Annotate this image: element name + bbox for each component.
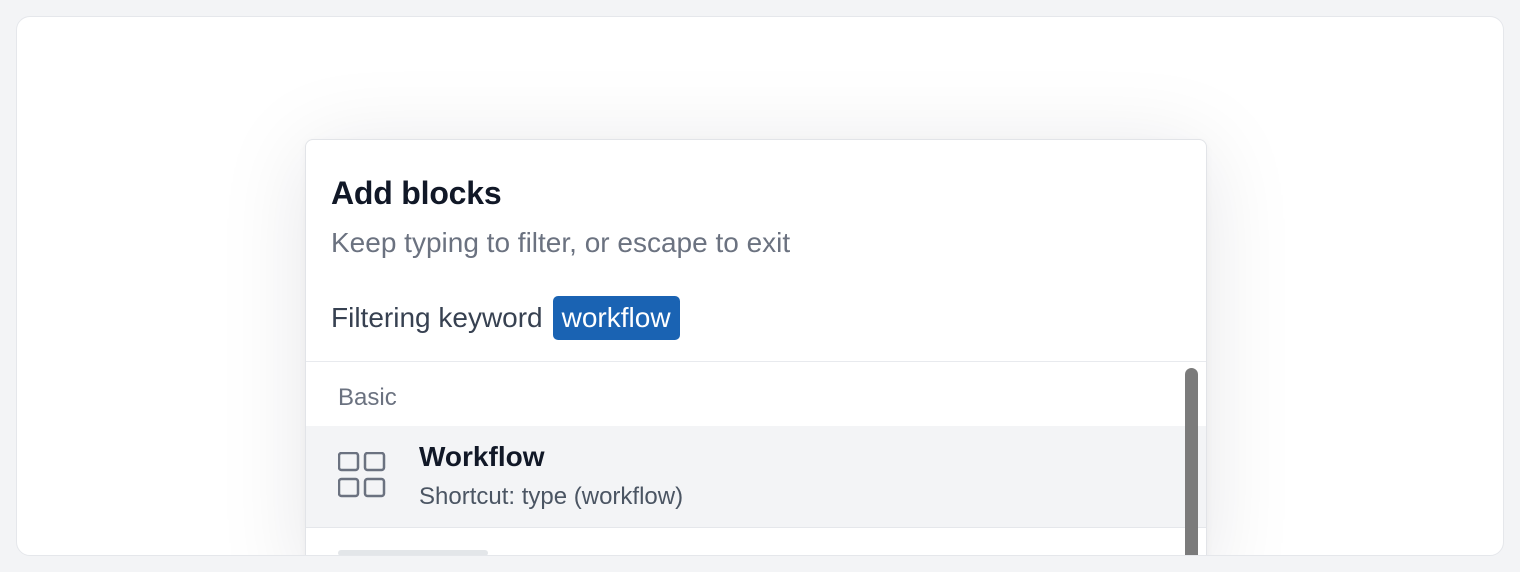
filter-row: Filtering keyword workflow [331,296,1206,340]
section-label: Basic [338,384,397,411]
filter-keyword-badge: workflow [552,296,680,340]
grid-icon [338,452,386,498]
add-blocks-panel: Add blocks Keep typing to filter, or esc… [305,139,1207,555]
scrollbar-thumb[interactable] [1185,368,1198,555]
filter-label: Filtering keyword [331,302,543,333]
panel-subtitle: Keep typing to filter, or escape to exit [331,227,791,258]
list-item-shortcut: Shortcut: type (workflow) [419,483,684,510]
list-item[interactable]: Workflow Shortcut: type (workflow) [306,426,1206,528]
panel-title: Add blocks [331,175,502,211]
panel-header: Add blocks Keep typing to filter, or esc… [306,140,1206,362]
list-item-title: Workflow [419,441,545,472]
next-list-item-partial [338,550,488,555]
results-list: Basic Workflow Shortcut: type (workflow) [306,362,1206,555]
app-frame: Add blocks Keep typing to filter, or esc… [16,16,1504,556]
